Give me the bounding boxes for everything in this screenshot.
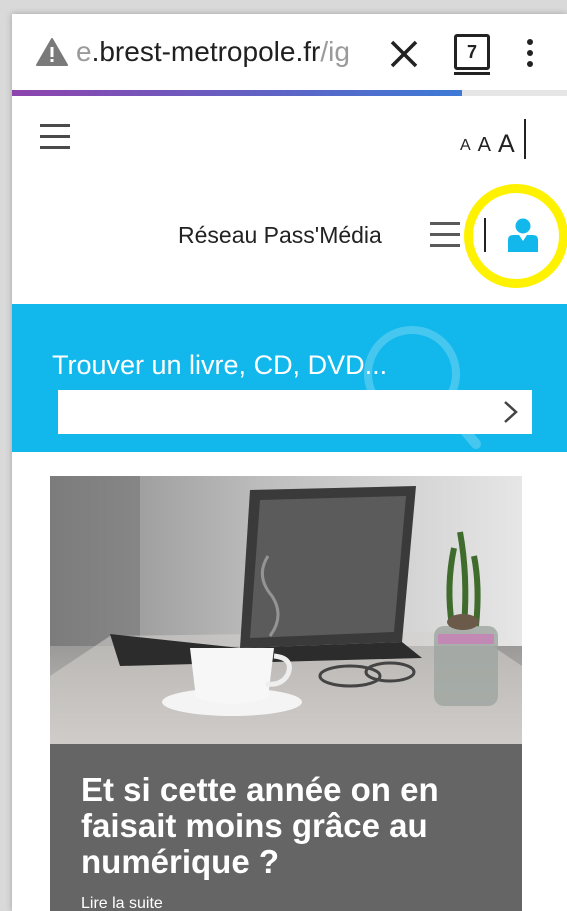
news-photo [50,476,522,744]
warning-icon[interactable] [36,37,68,67]
font-size-medium-button[interactable]: A [478,131,491,159]
font-size-large-button[interactable]: A [498,129,515,159]
browser-window: e.brest-metropole.fr/ig 7 A A A Réseau P… [12,14,567,911]
page-load-progress-fill [12,90,462,96]
news-title[interactable]: Et si cette année on en faisait moins gr… [81,772,501,880]
chevron-right-icon[interactable] [494,396,526,428]
news-card[interactable]: Et si cette année on en faisait moins gr… [50,476,522,911]
menu-dots-icon[interactable] [520,36,540,72]
font-size-small-button[interactable]: A [460,133,471,159]
search-title: Trouver un livre, CD, DVD... [52,350,388,380]
browser-toolbar: e.brest-metropole.fr/ig 7 [12,14,567,90]
address-bar[interactable]: e.brest-metropole.fr/ig [76,34,376,70]
url-prefix: e [76,36,92,67]
url-domain: .brest-metropole.fr [91,36,321,67]
url-path: /ig [320,36,350,67]
font-size-divider [523,119,526,159]
read-more-link[interactable]: Lire la suite [81,895,163,911]
tabs-icon[interactable]: 7 [454,34,490,75]
search-banner: Trouver un livre, CD, DVD... [12,304,567,452]
close-icon[interactable] [384,34,424,74]
search-input[interactable] [58,390,488,434]
tab-count: 7 [466,42,477,62]
network-menu-hamburger-icon[interactable] [430,222,460,248]
font-size-control: A A A [460,119,526,159]
network-link[interactable]: Réseau Pass'Média [178,220,382,250]
page-load-progress [12,90,567,96]
search-box [58,390,532,434]
hamburger-icon[interactable] [40,124,70,150]
news-caption: Et si cette année on en faisait moins gr… [50,744,522,911]
user-icon[interactable] [507,218,539,252]
